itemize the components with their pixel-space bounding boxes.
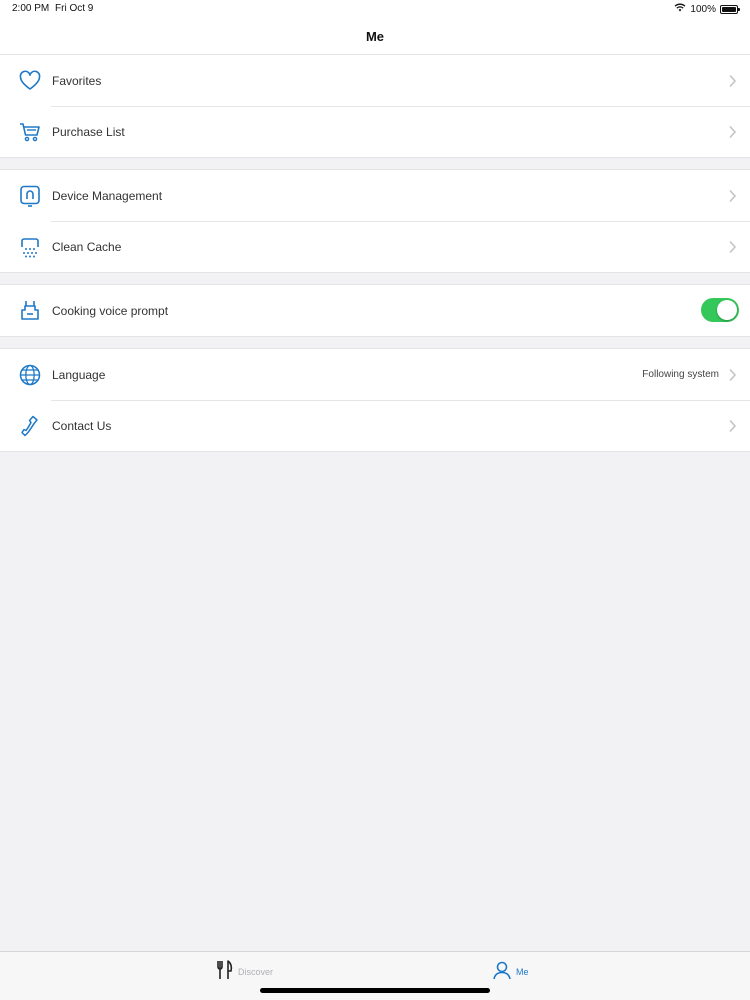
chevron-right-icon	[729, 189, 737, 203]
menu-item-contact-us[interactable]: Contact Us	[0, 400, 750, 451]
tab-label: Me	[516, 967, 529, 977]
menu-item-label: Device Management	[52, 188, 163, 203]
menu-item-cooking-voice-prompt: Cooking voice prompt	[0, 285, 750, 336]
status-date: Fri Oct 9	[55, 3, 94, 14]
battery-icon	[720, 4, 740, 14]
menu-item-language[interactable]: Language Following system	[0, 349, 750, 400]
menu-item-label: Favorites	[52, 73, 102, 88]
menu-item-label: Cooking voice prompt	[52, 303, 169, 318]
heart-icon	[18, 69, 42, 93]
chevron-right-icon	[729, 419, 737, 433]
chevron-right-icon	[729, 125, 737, 139]
group-settings: Language Following system Contact Us	[0, 348, 750, 452]
menu-item-clean-cache[interactable]: Clean Cache	[0, 221, 750, 272]
voice-prompt-toggle[interactable]	[701, 298, 739, 322]
phone-icon	[18, 414, 42, 438]
toggle-knob	[717, 300, 737, 320]
globe-icon	[18, 363, 42, 387]
group-voice: Cooking voice prompt	[0, 284, 750, 337]
chevron-right-icon	[729, 368, 737, 382]
group-device: Device Management Clean Cache	[0, 169, 750, 273]
menu-item-device-management[interactable]: Device Management	[0, 170, 750, 221]
utensils-icon	[216, 959, 234, 985]
me-screen: 2:00 PM Fri Oct 9 100% Me Favorites Purc…	[0, 0, 750, 1000]
menu-item-purchase-list[interactable]: Purchase List	[0, 106, 750, 157]
home-indicator	[260, 988, 490, 993]
wifi-icon	[674, 3, 686, 15]
device-icon	[18, 184, 42, 208]
menu-item-label: Language	[52, 367, 106, 382]
chevron-right-icon	[729, 240, 737, 254]
status-time: 2:00 PM	[12, 3, 50, 14]
tab-label: Discover	[238, 967, 274, 977]
menu-item-favorites[interactable]: Favorites	[0, 55, 750, 106]
tab-discover[interactable]: Discover	[216, 959, 274, 985]
page-title: Me	[365, 28, 385, 44]
navigation-bar: Me	[0, 18, 750, 55]
menu-item-label: Contact Us	[52, 418, 112, 433]
apron-icon	[18, 299, 42, 323]
menu-item-label: Clean Cache	[52, 239, 122, 254]
status-indicators: 100%	[674, 3, 740, 15]
cart-icon	[18, 120, 42, 144]
battery-percent: 100%	[690, 3, 716, 15]
person-icon	[492, 960, 512, 985]
chevron-right-icon	[729, 74, 737, 88]
clean-cache-icon	[18, 235, 42, 259]
menu-item-label: Purchase List	[52, 124, 125, 139]
language-value: Following system	[642, 369, 719, 380]
group-collections: Favorites Purchase List	[0, 54, 750, 158]
status-bar: 2:00 PM Fri Oct 9 100%	[0, 0, 750, 18]
tab-me[interactable]: Me	[492, 960, 529, 984]
